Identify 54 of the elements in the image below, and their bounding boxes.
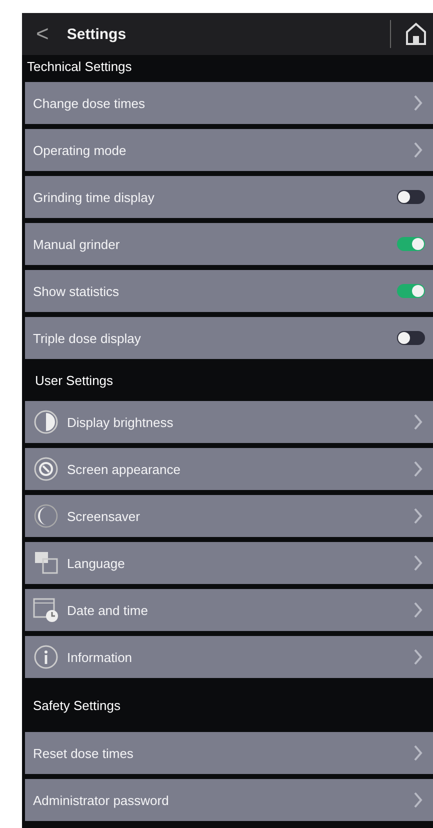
row-label: Screensaver: [67, 508, 141, 524]
settings-row[interactable]: Change dose times: [25, 82, 433, 124]
row-label: Triple dose display: [33, 330, 142, 346]
language-icon: [33, 550, 59, 576]
settings-row[interactable]: Screensaver: [25, 495, 433, 537]
back-button[interactable]: <: [32, 21, 53, 47]
settings-row[interactable]: Information: [25, 636, 433, 678]
chevron-icon: [413, 413, 423, 431]
toggle-switch[interactable]: [397, 190, 425, 204]
chevron-icon: [413, 791, 423, 809]
chevron-icon: [413, 601, 423, 619]
row-label: Information: [67, 650, 134, 664]
settings-row[interactable]: Show statistics: [25, 270, 433, 312]
chevron-icon: [413, 460, 423, 478]
settings-row[interactable]: Grinding time display: [25, 176, 433, 218]
chevron-icon: [413, 141, 423, 159]
settings-row[interactable]: Language: [25, 542, 433, 584]
settings-row[interactable]: Manual grinder: [25, 223, 433, 265]
chevron-icon: [413, 744, 423, 762]
row-label: Manual grinder: [33, 236, 121, 252]
settings-row[interactable]: Display brightness: [25, 401, 433, 443]
section-heading: Safety Settings: [33, 698, 120, 712]
row-label: Screen appearance: [67, 462, 182, 476]
half-circle-icon: [33, 409, 59, 435]
row-label: Display brightness: [67, 414, 174, 430]
chevron-icon: [413, 554, 423, 572]
row-label: Grinding time display: [33, 190, 156, 204]
settings-row[interactable]: Reset dose times: [25, 732, 433, 774]
row-label: Language: [67, 556, 126, 570]
section-heading: Technical Settings: [27, 58, 132, 74]
info-icon: [33, 644, 59, 670]
chevron-icon: [413, 648, 423, 666]
moon-icon: [33, 503, 59, 529]
toggle-switch[interactable]: [397, 331, 425, 345]
section-heading: User Settings: [35, 372, 114, 388]
row-label: Reset dose times: [33, 746, 134, 760]
row-label: Change dose times: [33, 96, 146, 110]
toggle-switch[interactable]: [397, 237, 425, 251]
calendar-clock-icon: [33, 597, 59, 623]
screen-title: Settings: [66, 26, 128, 42]
toggle-switch[interactable]: [397, 284, 425, 298]
circle-icon: [33, 456, 59, 482]
settings-row[interactable]: Date and time: [25, 589, 433, 631]
row-label: Show statistics: [33, 284, 120, 298]
home-icon: [405, 22, 427, 46]
chevron-icon: [413, 507, 423, 525]
row-label: Operating mode: [33, 142, 128, 158]
chevron-icon: [413, 94, 423, 112]
settings-row[interactable]: Screen appearance: [25, 448, 433, 490]
settings-row[interactable]: Triple dose display: [25, 317, 433, 359]
row-label: Date and time: [67, 602, 149, 618]
row-label: Administrator password: [33, 792, 170, 808]
settings-row[interactable]: Operating mode: [25, 129, 433, 171]
settings-row[interactable]: Administrator password: [25, 779, 433, 821]
